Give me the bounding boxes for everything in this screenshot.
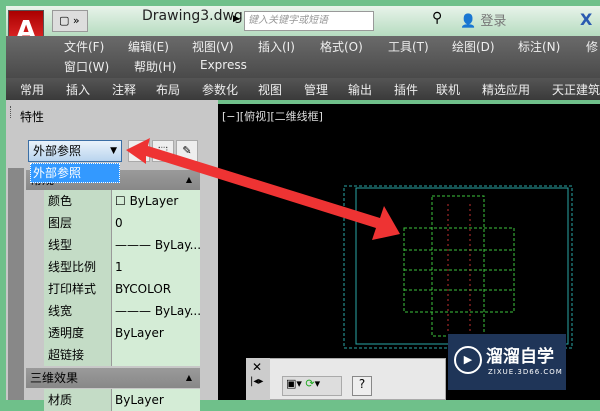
annotation-arrow — [126, 138, 400, 240]
red-arrow-icon — [126, 138, 400, 240]
